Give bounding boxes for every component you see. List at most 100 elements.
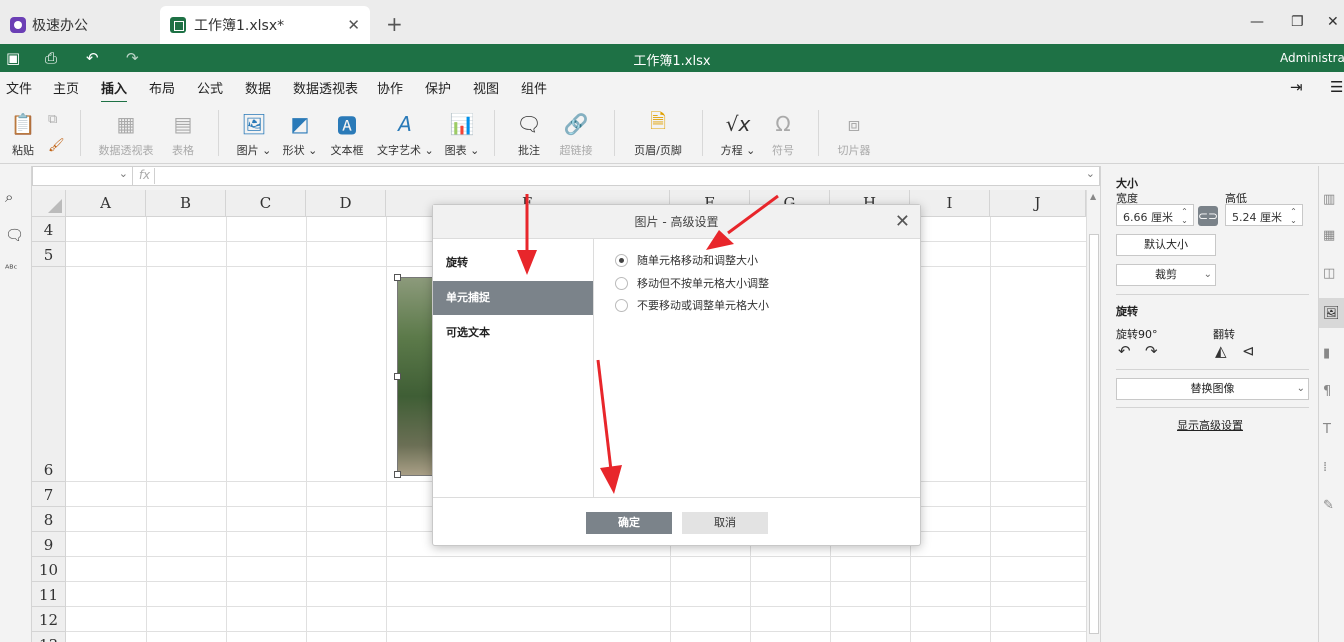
symbol-button[interactable]: Ω 符号 bbox=[768, 110, 798, 158]
text-art-settings-icon[interactable]: T bbox=[1323, 422, 1331, 437]
radio-button[interactable] bbox=[615, 253, 628, 267]
table-button[interactable]: ▤ 表格 bbox=[168, 110, 198, 158]
pivot-table-button[interactable]: ▦ 数据透视表 bbox=[96, 110, 156, 158]
restore-icon[interactable]: ❐ bbox=[1291, 14, 1304, 30]
side-item-alt-text[interactable]: 可选文本 bbox=[433, 316, 593, 350]
close-window-icon[interactable]: ✕ bbox=[1327, 14, 1339, 30]
signature-settings-icon[interactable]: ✎ bbox=[1323, 498, 1334, 513]
row-header[interactable]: 8 bbox=[32, 507, 66, 532]
select-all-corner[interactable] bbox=[32, 190, 66, 217]
shape-button[interactable]: ◩ 形状 ⌄ bbox=[282, 110, 318, 158]
pivot-settings-icon[interactable]: ⁞ bbox=[1323, 460, 1327, 475]
menu-view[interactable]: 视图 bbox=[473, 78, 499, 97]
vertical-scrollbar[interactable]: ▲ bbox=[1086, 190, 1100, 642]
slicer-button[interactable]: ⧈ 切片器 bbox=[834, 110, 874, 158]
row-header[interactable]: 9 bbox=[32, 532, 66, 557]
radio-button[interactable] bbox=[615, 276, 628, 290]
cell-settings-icon[interactable]: ▥ bbox=[1323, 192, 1335, 207]
row-header[interactable]: 4 bbox=[32, 217, 66, 242]
fx-icon[interactable]: fx bbox=[135, 168, 155, 184]
chevron-down-icon[interactable]: ⌄ bbox=[1297, 379, 1305, 399]
option-no-move-no-size[interactable]: 不要移动或调整单元格大小 bbox=[615, 297, 769, 313]
resize-handle[interactable] bbox=[394, 274, 401, 281]
side-item-cell-snapping[interactable]: 单元捕捉 bbox=[433, 281, 593, 315]
scrollbar-thumb[interactable] bbox=[1089, 234, 1099, 634]
row-header[interactable]: 7 bbox=[32, 482, 66, 507]
menu-protect[interactable]: 保护 bbox=[425, 78, 451, 97]
show-advanced-settings-link[interactable]: 显示高级设置 bbox=[1101, 417, 1319, 433]
radio-button[interactable] bbox=[615, 298, 628, 312]
menu-plugins[interactable]: 组件 bbox=[521, 78, 547, 97]
row-header[interactable]: 10 bbox=[32, 557, 66, 582]
row-header[interactable]: 13 bbox=[32, 632, 66, 642]
rotate-left-icon[interactable]: ↶ bbox=[1118, 342, 1131, 360]
comments-icon[interactable]: 🗨 bbox=[5, 226, 24, 244]
menu-insert[interactable]: 插入 bbox=[101, 78, 128, 103]
row-header[interactable]: 5 bbox=[32, 242, 66, 267]
replace-image-button[interactable]: 替换图像 ⌄ bbox=[1116, 378, 1309, 400]
flip-vertical-icon[interactable]: ⊲ bbox=[1242, 342, 1255, 360]
menu-collab[interactable]: 协作 bbox=[377, 78, 403, 97]
side-item-rotate[interactable]: 旋转 bbox=[433, 246, 593, 280]
name-box[interactable] bbox=[33, 167, 133, 185]
picture-button[interactable]: 🖼 图片 ⌄ bbox=[236, 110, 272, 158]
row-header[interactable]: 11 bbox=[32, 582, 66, 607]
menu-data[interactable]: 数据 bbox=[245, 78, 271, 97]
close-icon[interactable]: ✕ bbox=[895, 205, 910, 239]
open-location-icon[interactable]: ⇥ bbox=[1290, 78, 1303, 96]
wordart-button[interactable]: A 文字艺术 ⌄ bbox=[377, 110, 434, 158]
row-header[interactable]: 6 bbox=[32, 267, 66, 482]
default-size-button[interactable]: 默认大小 bbox=[1116, 234, 1216, 256]
new-tab-icon[interactable]: + bbox=[386, 12, 403, 36]
hyperlink-button[interactable]: 🔗 超链接 bbox=[558, 110, 594, 158]
minimize-icon[interactable]: — bbox=[1250, 14, 1264, 30]
width-input[interactable]: 6.66 厘米 bbox=[1116, 204, 1194, 226]
expand-formula-icon[interactable]: ⌄ bbox=[1086, 167, 1095, 180]
copy-icon[interactable]: ⧉ bbox=[48, 112, 57, 127]
column-header[interactable]: D bbox=[306, 190, 386, 217]
chart-settings-icon[interactable]: ▮ bbox=[1323, 346, 1330, 361]
link-aspect-icon[interactable]: ⊂⊃ bbox=[1198, 206, 1218, 226]
scroll-up-icon[interactable]: ▲ bbox=[1090, 192, 1096, 201]
image-settings-icon[interactable]: 🖼 bbox=[1323, 306, 1340, 321]
ok-button[interactable]: 确定 bbox=[586, 512, 672, 534]
rotate-right-icon[interactable]: ↷ bbox=[1145, 342, 1158, 360]
resize-handle[interactable] bbox=[394, 471, 401, 478]
chevron-down-icon[interactable]: ⌄ bbox=[1204, 265, 1212, 285]
column-header[interactable]: I bbox=[910, 190, 990, 217]
textbox-button[interactable]: 🅰 文本框 bbox=[329, 110, 365, 158]
hamburger-menu-icon[interactable]: ☰ bbox=[1330, 78, 1343, 96]
search-icon[interactable]: ⌕ bbox=[5, 188, 13, 206]
crop-button[interactable]: 裁剪 ⌄ bbox=[1116, 264, 1216, 286]
tab-home[interactable]: 极速办公 bbox=[0, 6, 155, 44]
row-header[interactable]: 12 bbox=[32, 607, 66, 632]
tab-workbook[interactable]: 工作簿1.xlsx* ✕ bbox=[160, 6, 370, 44]
column-header[interactable]: A bbox=[66, 190, 146, 217]
column-header[interactable]: C bbox=[226, 190, 306, 217]
table-settings-icon[interactable]: ▦ bbox=[1323, 228, 1335, 243]
menu-file[interactable]: 文件 bbox=[6, 78, 32, 97]
inserted-picture[interactable] bbox=[394, 274, 437, 478]
option-move-no-size[interactable]: 移动但不按单元格大小调整 bbox=[615, 275, 769, 291]
column-header[interactable]: B bbox=[146, 190, 226, 217]
paragraph-settings-icon[interactable]: ¶ bbox=[1323, 384, 1331, 399]
equation-button[interactable]: √x 方程 ⌄ bbox=[720, 110, 756, 158]
header-footer-button[interactable]: 🗎 页眉/页脚 bbox=[632, 109, 684, 158]
menu-home[interactable]: 主页 bbox=[53, 78, 79, 97]
menu-formula[interactable]: 公式 bbox=[197, 78, 223, 97]
resize-handle[interactable] bbox=[394, 373, 401, 380]
column-header[interactable]: J bbox=[990, 190, 1086, 217]
flip-horizontal-icon[interactable]: ◭ bbox=[1215, 342, 1227, 360]
paste-button[interactable]: 📋 粘贴 bbox=[6, 110, 40, 158]
format-painter-icon[interactable]: 🖌 bbox=[48, 138, 65, 153]
menu-layout[interactable]: 布局 bbox=[149, 78, 175, 97]
shape-settings-icon[interactable]: ◫ bbox=[1323, 266, 1335, 281]
chart-button[interactable]: 📊 图表 ⌄ bbox=[444, 110, 480, 158]
comment-button[interactable]: 🗨 批注 bbox=[514, 110, 544, 158]
option-move-and-size[interactable]: 随单元格移动和调整大小 bbox=[615, 252, 758, 268]
spellcheck-icon[interactable]: ᴬᴮᶜ bbox=[5, 264, 17, 275]
menu-pivot[interactable]: 数据透视表 bbox=[293, 78, 358, 97]
close-tab-icon[interactable]: ✕ bbox=[347, 16, 360, 34]
height-input[interactable]: 5.24 厘米 bbox=[1225, 204, 1303, 226]
cancel-button[interactable]: 取消 bbox=[682, 512, 768, 534]
